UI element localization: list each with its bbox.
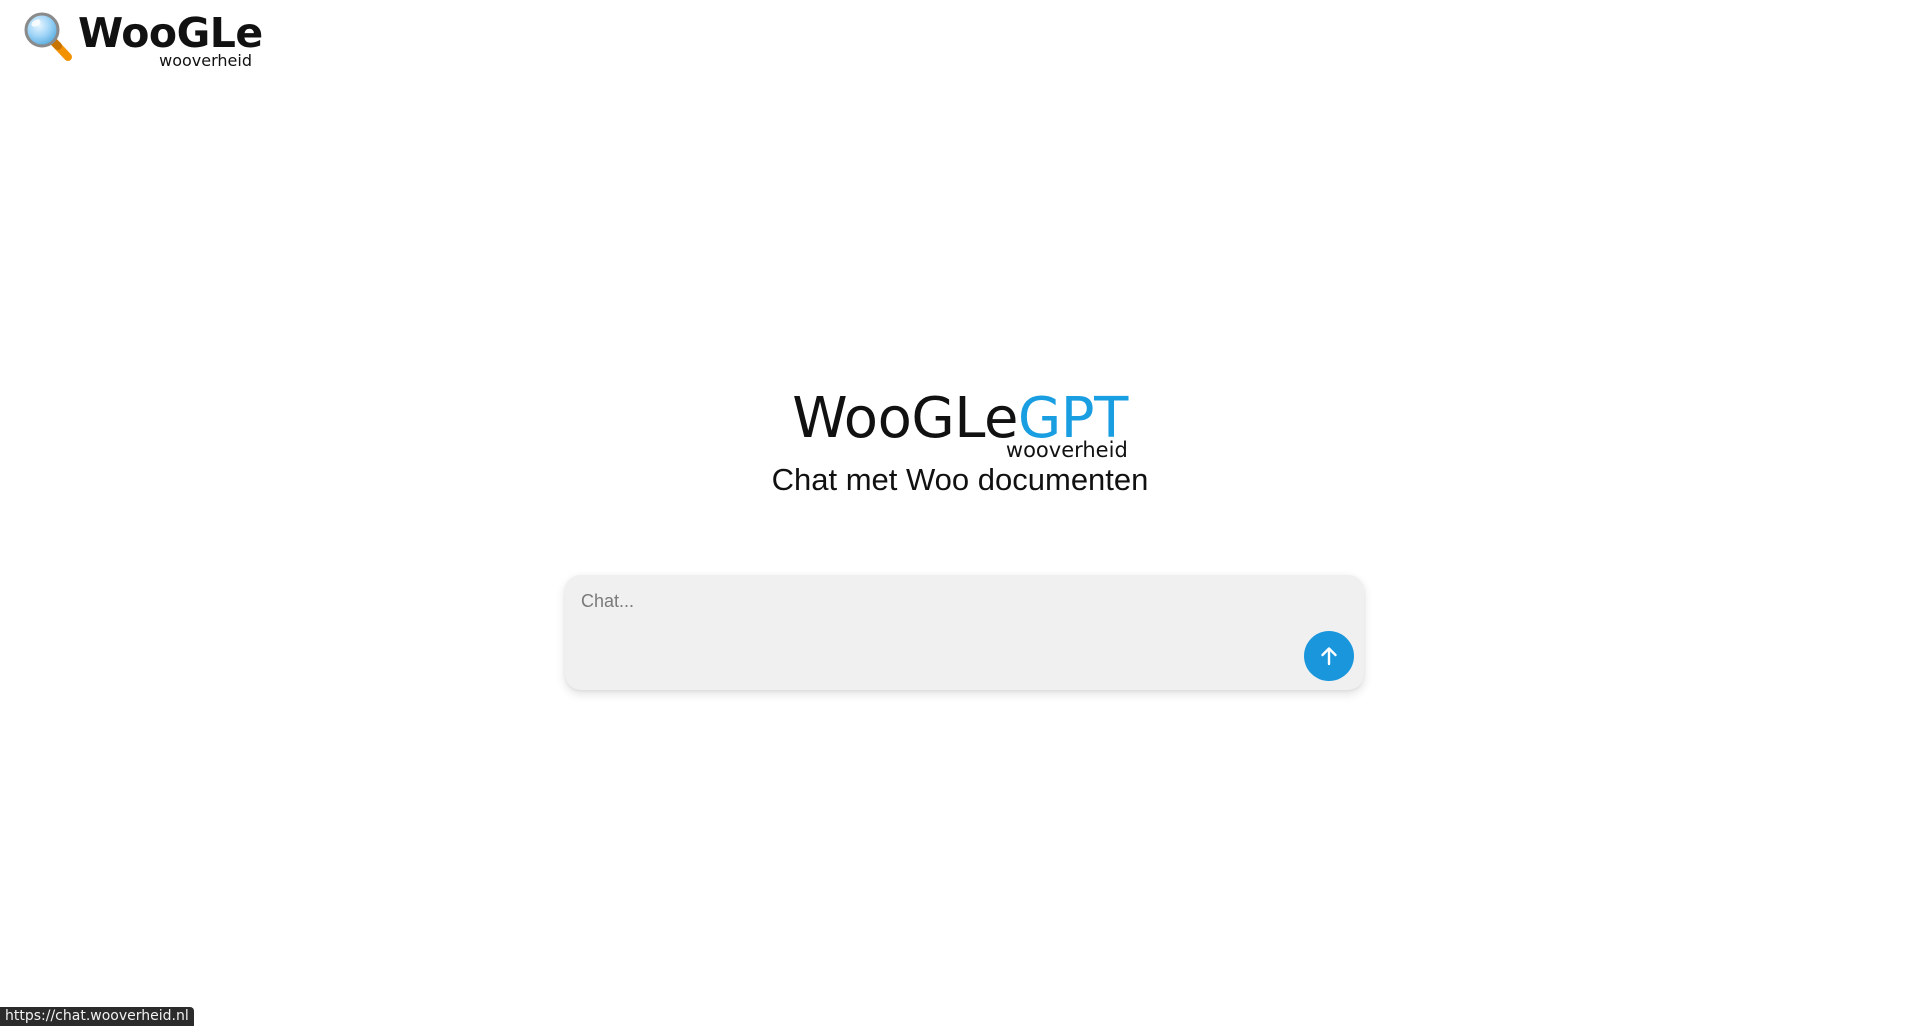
hero-logo: WooGLeGPT wooverheid (792, 386, 1128, 463)
hero: WooGLeGPT wooverheid Chat met Woo docume… (0, 388, 1920, 498)
brand-subtitle: wooverheid (159, 51, 252, 70)
chat-input[interactable] (581, 589, 1271, 677)
hero-tagline: Chat met Woo documenten (771, 462, 1149, 497)
magnifier-icon (24, 12, 72, 61)
send-button[interactable] (1304, 631, 1354, 681)
brand-text: WooGLe wooverheid (78, 8, 263, 70)
hero-title-woogle: WooGLe (792, 386, 1018, 451)
status-bar-url: https://chat.wooverheid.nl (0, 1007, 194, 1026)
chat-box (565, 575, 1364, 690)
hero-subtitle: wooverheid (1005, 438, 1128, 462)
page: WooGLe wooverheid WooGLeGPT wooverheid C… (0, 0, 1920, 1026)
arrow-up-icon (1321, 647, 1337, 666)
brand-logo-link[interactable]: WooGLe wooverheid (22, 8, 263, 70)
